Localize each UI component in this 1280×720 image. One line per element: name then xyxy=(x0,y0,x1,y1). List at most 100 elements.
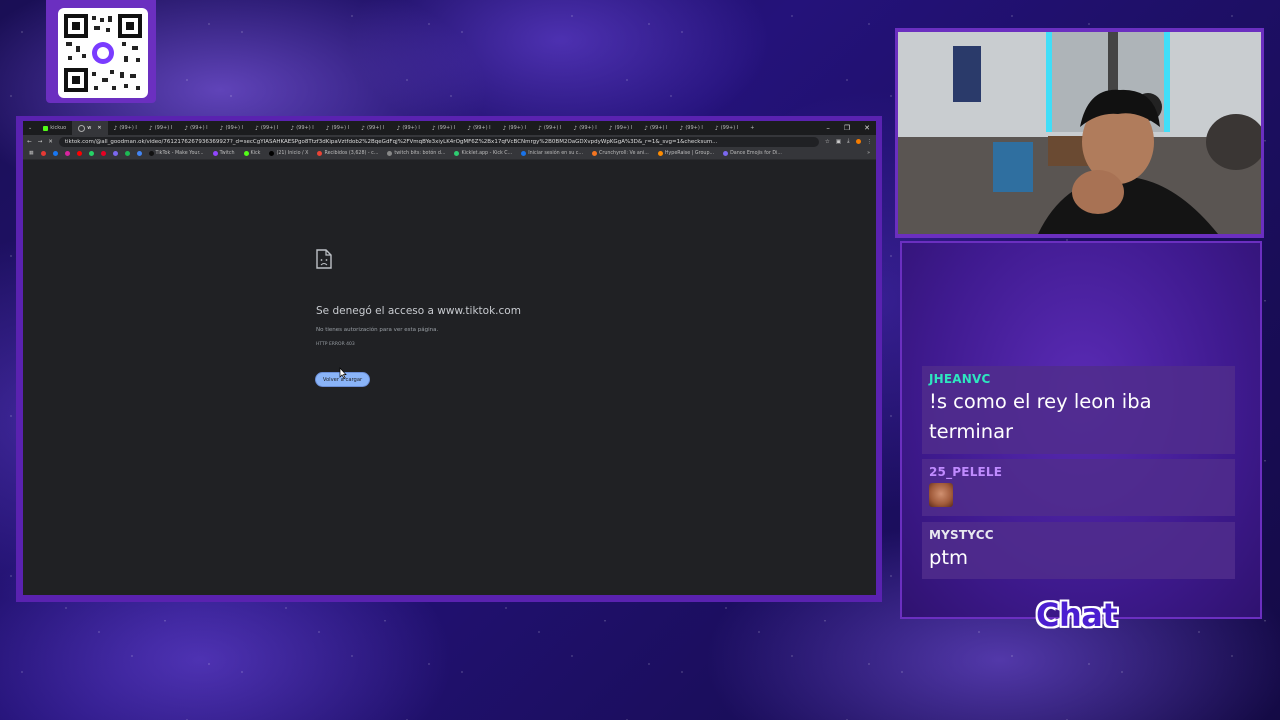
browser-tab[interactable]: ♪ (99+) I xyxy=(603,121,638,135)
browser-tab[interactable]: ♪ (99+) I xyxy=(532,121,567,135)
bookmark-item[interactable]: HypeRaise | Group... xyxy=(657,151,715,156)
minimize-icon[interactable]: – xyxy=(826,124,830,132)
browser-tab[interactable]: ♪ (99+) I xyxy=(143,121,178,135)
bookmark-item[interactable]: Dance Emojis for Di... xyxy=(723,151,782,156)
stop-icon[interactable]: ✕ xyxy=(48,139,53,145)
bookmark-item[interactable]: Iniciar sesión en su c... xyxy=(521,151,583,156)
bookmark-favicon-icon xyxy=(592,151,598,156)
bookmark-label: Dance Emojis for Di... xyxy=(730,151,782,156)
browser-tab[interactable]: ♪ (99+) I xyxy=(674,121,709,135)
chat-username[interactable]: MYSTYCC xyxy=(929,528,1228,542)
tiktok-icon: ♪ xyxy=(502,124,507,132)
browser-tab[interactable]: ♪ (99+) I xyxy=(497,121,532,135)
tiktok-icon: ♪ xyxy=(290,124,295,132)
error-description: No tienes autorización para ver esta pág… xyxy=(316,327,439,333)
bookmark-label: HypeRaise | Group... xyxy=(664,151,715,156)
bookmark-item[interactable]: TikTok - Make Your... xyxy=(148,151,204,156)
bookmark-item[interactable]: Crunchyroll: Ve ani... xyxy=(592,151,649,156)
new-tab-button[interactable]: + xyxy=(744,121,760,135)
profile-icon[interactable] xyxy=(855,139,861,144)
chat-title: Chat xyxy=(1036,596,1118,634)
messenger-icon[interactable] xyxy=(112,151,118,156)
extensions-icon[interactable]: ▣ xyxy=(836,139,841,145)
browser-tab[interactable]: ♪ (99+) I xyxy=(284,121,319,135)
bookmark-favicon-icon xyxy=(387,151,393,156)
bookmark-label: Crunchyroll: Ve ani... xyxy=(599,151,649,156)
tiktok-icon: ♪ xyxy=(396,124,401,132)
browser-tab[interactable]: ♪ (99+) I xyxy=(709,121,744,135)
facebook-icon[interactable] xyxy=(52,151,58,156)
tab-label: (99+) I xyxy=(119,125,137,131)
browser-tab[interactable]: ♪ (99+) I xyxy=(567,121,602,135)
tiktok-icon: ♪ xyxy=(714,124,719,132)
spotify-icon[interactable] xyxy=(124,151,130,156)
tab-label: kickuo xyxy=(50,125,67,131)
tab-search-button[interactable]: ⌄ xyxy=(23,121,37,135)
browser-tab[interactable]: ♪ (99+) I xyxy=(461,121,496,135)
bookmark-label: TikTok - Make Your... xyxy=(155,151,204,156)
pinterest-icon[interactable] xyxy=(100,151,106,156)
download-icon[interactable]: ⤓ xyxy=(847,138,849,145)
browser-tab[interactable]: ♪ (99+) I xyxy=(355,121,390,135)
browser-tab[interactable]: ♪ (99+) I xyxy=(426,121,461,135)
chat-username[interactable]: 25_PELELE xyxy=(929,465,1228,479)
back-icon[interactable]: ← xyxy=(27,139,32,145)
bookmark-favicon-icon xyxy=(454,151,460,156)
browser-tab[interactable]: ♪ (99+) I xyxy=(391,121,426,135)
browser-tab[interactable]: w ✕ xyxy=(72,121,108,135)
tiktok-icon: ♪ xyxy=(361,124,365,132)
close-window-icon[interactable]: ✕ xyxy=(864,124,870,132)
kick-icon xyxy=(43,125,49,131)
browser-tab[interactable]: ♪ (99+) I xyxy=(320,121,355,135)
browser-tab[interactable]: ♪ (99+) I xyxy=(108,121,143,135)
chat-username[interactable]: JHEANVC xyxy=(929,372,1228,386)
toolbar: ← → ✕ tiktok.com/@all_goodman.ok/video/7… xyxy=(23,135,876,148)
loading-icon xyxy=(78,124,86,132)
whatsapp-icon[interactable] xyxy=(88,151,94,156)
menu-icon[interactable]: ⋮ xyxy=(867,139,873,145)
maximize-icon[interactable]: ❐ xyxy=(844,124,850,132)
bookmark-label: Recibidos (3,628) - c... xyxy=(324,151,379,156)
browser-tab[interactable]: kickuo xyxy=(37,121,72,135)
tiktok-icon: ♪ xyxy=(255,124,259,132)
bookmark-item[interactable]: Twitch xyxy=(212,151,235,156)
instagram-icon[interactable] xyxy=(64,151,70,156)
browser-tab[interactable]: ♪ (99+) I xyxy=(638,121,673,135)
bookmark-item[interactable]: (21) Inicio / X xyxy=(269,151,308,156)
more-bookmarks-icon[interactable]: » xyxy=(867,151,870,156)
bookmark-item[interactable]: Kicklet.app - Kick C... xyxy=(454,151,512,156)
tab-label: (99+) I xyxy=(720,125,739,131)
chat-message: JHEANVC !s como el rey leon iba terminar xyxy=(922,366,1235,454)
error-page: Se denegó el acceso a www.tiktok.com No … xyxy=(316,249,521,386)
tab-label: (99+) I xyxy=(366,125,385,131)
close-tab-icon[interactable]: ✕ xyxy=(97,125,101,131)
globe-icon[interactable] xyxy=(136,151,142,156)
chat-message-text: ptm xyxy=(929,546,969,569)
forward-icon[interactable]: → xyxy=(38,139,43,145)
tiktok-icon: ♪ xyxy=(644,124,648,132)
tiktok-icon: ♪ xyxy=(148,124,153,132)
tab-label: (99+) I xyxy=(614,125,633,131)
address-bar[interactable]: tiktok.com/@all_goodman.ok/video/7612176… xyxy=(58,136,819,147)
browser-tab[interactable]: ♪ (99+) I xyxy=(249,121,284,135)
bookmark-label: Kick xyxy=(250,151,261,156)
url-text: tiktok.com/@all_goodman.ok/video/7612176… xyxy=(64,138,718,145)
youtube-icon[interactable] xyxy=(76,151,82,156)
tab-label: (99+) I xyxy=(508,125,527,131)
error-title: Se denegó el acceso a www.tiktok.com xyxy=(316,305,521,317)
bookmark-favicon-icon xyxy=(723,151,729,156)
browser-tab[interactable]: ♪ (99+) I xyxy=(214,121,249,135)
chat-message-text: !s como el rey leon iba terminar xyxy=(929,390,1152,443)
mouse-cursor-icon xyxy=(339,367,347,379)
bookmark-item[interactable]: Recibidos (3,628) - c... xyxy=(317,151,378,156)
tab-label: (99+) I xyxy=(579,125,597,131)
bookmark-item[interactable]: twitch bits: botón d... xyxy=(387,151,445,156)
bookmark-favicon-icon xyxy=(657,151,663,156)
bookmark-star-icon[interactable]: ☆ xyxy=(825,139,830,145)
bookmark-item[interactable]: Kick xyxy=(243,151,261,156)
bookmark-favicon-icon xyxy=(317,151,323,156)
browser-tab[interactable]: ♪ (99+) I xyxy=(178,121,213,135)
bookmark-icon[interactable] xyxy=(40,151,46,156)
apps-icon[interactable]: ▦ xyxy=(29,151,34,156)
browser-window: ⌄ kickuo w ✕ ♪ (99+) I ♪ (99+) I ♪ (99+) I ♪ (99+)… xyxy=(23,121,876,595)
